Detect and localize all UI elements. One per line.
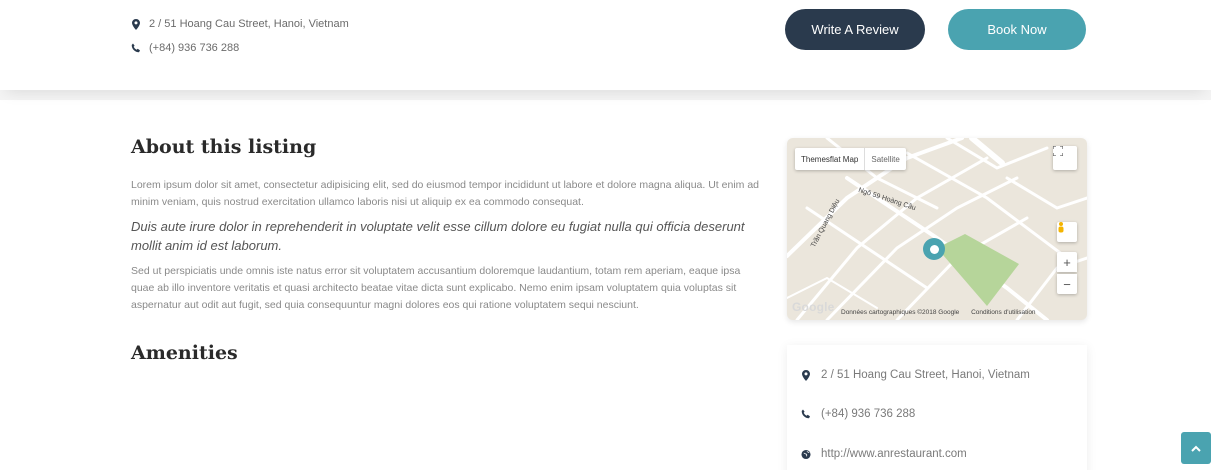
about-paragraph-2: Sed ut perspiciatis unde omnis iste natu… bbox=[131, 265, 741, 311]
phone-icon bbox=[801, 408, 811, 420]
globe-icon bbox=[801, 448, 811, 460]
listing-header: 2 / 51 Hoang Cau Street, Hanoi, Vietnam … bbox=[0, 0, 1211, 90]
card-website-line[interactable]: http://www.anrestaurant.com bbox=[801, 448, 967, 460]
header-contact: 2 / 51 Hoang Cau Street, Hanoi, Vietnam … bbox=[131, 14, 349, 62]
map-attribution: Données cartographiques ©2018 Google Con… bbox=[841, 309, 1046, 316]
map-marker-icon bbox=[131, 18, 141, 30]
map-location-pin[interactable] bbox=[923, 238, 945, 260]
fullscreen-button[interactable] bbox=[1053, 146, 1077, 170]
header-phone-line: (+84) 936 736 288 bbox=[131, 38, 349, 58]
map-attribution-text: Données cartographiques ©2018 Google bbox=[841, 309, 960, 316]
card-website-link[interactable]: http://www.anrestaurant.com bbox=[821, 448, 967, 460]
header-phone: (+84) 936 736 288 bbox=[149, 42, 240, 54]
scroll-to-top-button[interactable] bbox=[1181, 432, 1211, 464]
listing-description: About this listing Lorem ipsum dolor sit… bbox=[131, 136, 761, 364]
map-marker-icon bbox=[801, 369, 811, 381]
map-tab-map[interactable]: Themesflat Map bbox=[795, 148, 864, 170]
map-tab-satellite[interactable]: Satellite bbox=[864, 148, 905, 170]
phone-icon bbox=[131, 42, 141, 54]
write-review-button[interactable]: Write A Review bbox=[785, 9, 925, 50]
chevron-up-icon bbox=[1191, 439, 1201, 457]
section-divider bbox=[0, 90, 1211, 100]
google-logo: Google bbox=[792, 300, 835, 314]
street-view-pegman[interactable] bbox=[1057, 222, 1077, 242]
about-title: About this listing bbox=[131, 136, 317, 158]
pin-center bbox=[929, 244, 939, 254]
amenities-title: Amenities bbox=[131, 342, 238, 364]
map-terms-link[interactable]: Conditions d'utilisation bbox=[971, 309, 1035, 316]
zoom-out-button[interactable]: − bbox=[1057, 274, 1077, 294]
header-address: 2 / 51 Hoang Cau Street, Hanoi, Vietnam bbox=[149, 18, 349, 30]
card-phone: (+84) 936 736 288 bbox=[821, 408, 916, 420]
card-address: 2 / 51 Hoang Cau Street, Hanoi, Vietnam bbox=[821, 369, 1030, 381]
about-quote: Duis aute irure dolor in reprehenderit i… bbox=[131, 219, 745, 253]
about-paragraph-1: Lorem ipsum dolor sit amet, consectetur … bbox=[131, 179, 760, 208]
zoom-in-button[interactable]: + bbox=[1057, 252, 1077, 272]
location-map[interactable]: Ngõ 59 Hoàng Cầu Trần Quang Diệu Themesf… bbox=[787, 138, 1087, 320]
book-now-button[interactable]: Book Now bbox=[948, 9, 1086, 50]
map-type-control[interactable]: Themesflat Map Satellite bbox=[795, 148, 906, 170]
contact-card: 2 / 51 Hoang Cau Street, Hanoi, Vietnam … bbox=[787, 345, 1087, 470]
header-address-line: 2 / 51 Hoang Cau Street, Hanoi, Vietnam bbox=[131, 14, 349, 34]
card-phone-line: (+84) 936 736 288 bbox=[801, 408, 915, 420]
card-address-line: 2 / 51 Hoang Cau Street, Hanoi, Vietnam bbox=[801, 369, 1030, 381]
